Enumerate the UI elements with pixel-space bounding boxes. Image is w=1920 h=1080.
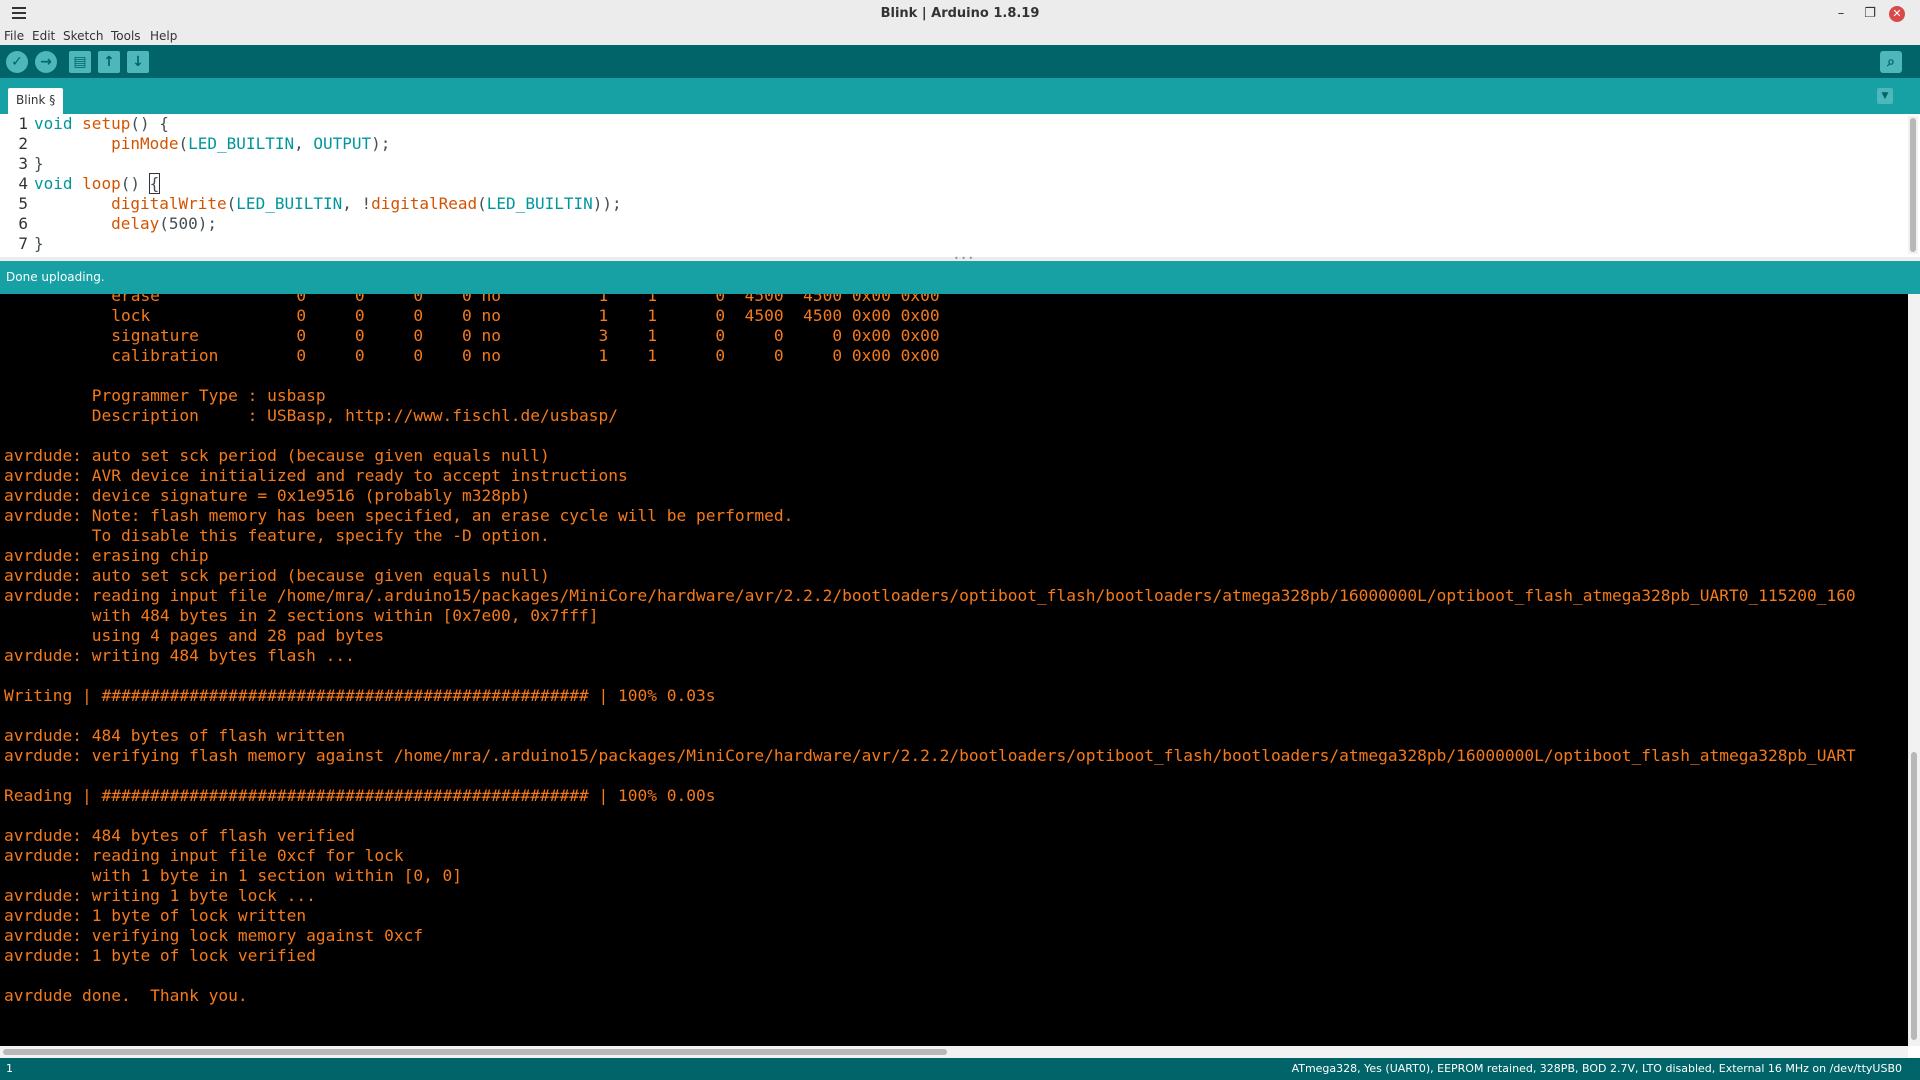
console-text: erase 0 0 0 0 no 1 1 0 4500 4500 0x00 0x… [4,294,1856,1005]
code-function: delay [111,214,160,233]
code-text: ( [477,194,487,213]
line-number: 1 [18,114,28,133]
line-number-gutter: 1 2 3 4 5 6 7 [0,114,30,254]
code-function: pinMode [111,134,179,153]
menu-sketch[interactable]: Sketch [63,29,103,43]
close-button[interactable]: ✕ [1889,6,1905,22]
board-info: ATmega328, Yes (UART0), EEPROM retained,… [1291,1062,1902,1075]
code-line[interactable]: pinMode(LED_BUILTIN, OUTPUT); [34,134,622,154]
line-number: 2 [18,134,28,153]
title-bar: Blink | Arduino 1.8.19 – ❐ ✕ [0,0,1920,29]
menu-tools[interactable]: Tools [111,29,141,43]
console-output[interactable]: erase 0 0 0 0 no 1 1 0 4500 4500 0x00 0x… [0,294,1908,1046]
code-line[interactable]: void setup() { [34,114,622,134]
code-constant: LED_BUILTIN [236,194,343,213]
code-line[interactable]: } [34,154,622,174]
code-line[interactable]: delay(500); [34,214,622,234]
code-keyword: void [34,174,73,193]
serial-monitor-icon[interactable]: ⌕ [1880,51,1902,73]
line-number: 7 [18,234,28,253]
upload-icon[interactable]: → [35,51,57,73]
code-text: )); [592,194,622,213]
open-sketch-icon[interactable]: ↑ [98,51,120,73]
status-message: Done uploading. [6,270,105,284]
new-sketch-icon[interactable]: ▤ [69,51,91,73]
tab-bar: Blink § ▼ [0,78,1920,114]
code-line[interactable]: digitalWrite(LED_BUILTIN, !digitalRead(L… [34,194,622,214]
code-text: ); [371,134,391,153]
code-editor[interactable]: 1 2 3 4 5 6 7 void setup() { pinMode(LED… [0,114,1920,257]
menu-file[interactable]: File [4,29,24,43]
line-number: 3 [18,154,28,173]
console-vertical-scrollbar[interactable] [1908,294,1920,1046]
code-text: ( [178,134,189,153]
code-text: , [294,134,314,153]
menu-help[interactable]: Help [150,29,177,43]
verify-icon[interactable]: ✓ [6,51,28,73]
tab-blink[interactable]: Blink § [8,88,64,114]
line-number: 6 [18,214,28,233]
console-horizontal-scrollbar[interactable] [0,1046,1908,1058]
text-cursor-brace: { [148,173,161,194]
save-sketch-icon[interactable]: ↓ [127,51,149,73]
tab-menu-chevron-down-icon[interactable]: ▼ [1877,88,1893,104]
code-lines[interactable]: void setup() { pinMode(LED_BUILTIN, OUTP… [34,114,622,254]
code-line[interactable]: void loop() { [34,173,622,194]
code-constant: LED_BUILTIN [188,134,295,153]
code-function: loop [82,174,121,193]
code-text: () [120,174,150,193]
code-constant: LED_BUILTIN [486,194,593,213]
editor-scrollbar-thumb[interactable] [1910,118,1916,252]
minimize-button[interactable]: – [1833,6,1849,22]
window-title: Blink | Arduino 1.8.19 [880,6,1040,21]
menu-bar: File Edit Sketch Tools Help [0,28,1920,45]
status-bar: Done uploading. [0,261,1920,294]
code-text: ( [226,194,237,213]
editor-scrollbar[interactable] [1908,116,1918,254]
menu-edit[interactable]: Edit [32,29,55,43]
console-vertical-scrollbar-thumb[interactable] [1911,752,1917,1040]
code-function: digitalRead [371,194,478,213]
maximize-button[interactable]: ❐ [1862,6,1878,22]
code-line[interactable]: } [34,234,622,254]
code-constant: OUTPUT [313,134,372,153]
code-function: setup [82,114,131,133]
code-function: digitalWrite [111,194,227,213]
code-keyword: void [34,114,73,133]
line-number: 5 [18,194,28,213]
code-text: () { [130,114,169,133]
code-text: , ! [342,194,372,213]
line-number: 4 [18,174,28,193]
console-horizontal-scrollbar-thumb[interactable] [3,1049,947,1055]
bottom-status-bar: 1 ATmega328, Yes (UART0), EEPROM retaine… [0,1058,1920,1080]
toolbar: ✓ → ▤ ↑ ↓ ⌕ [0,45,1920,78]
cursor-line-number: 1 [6,1062,13,1075]
code-text: (500); [159,214,218,233]
